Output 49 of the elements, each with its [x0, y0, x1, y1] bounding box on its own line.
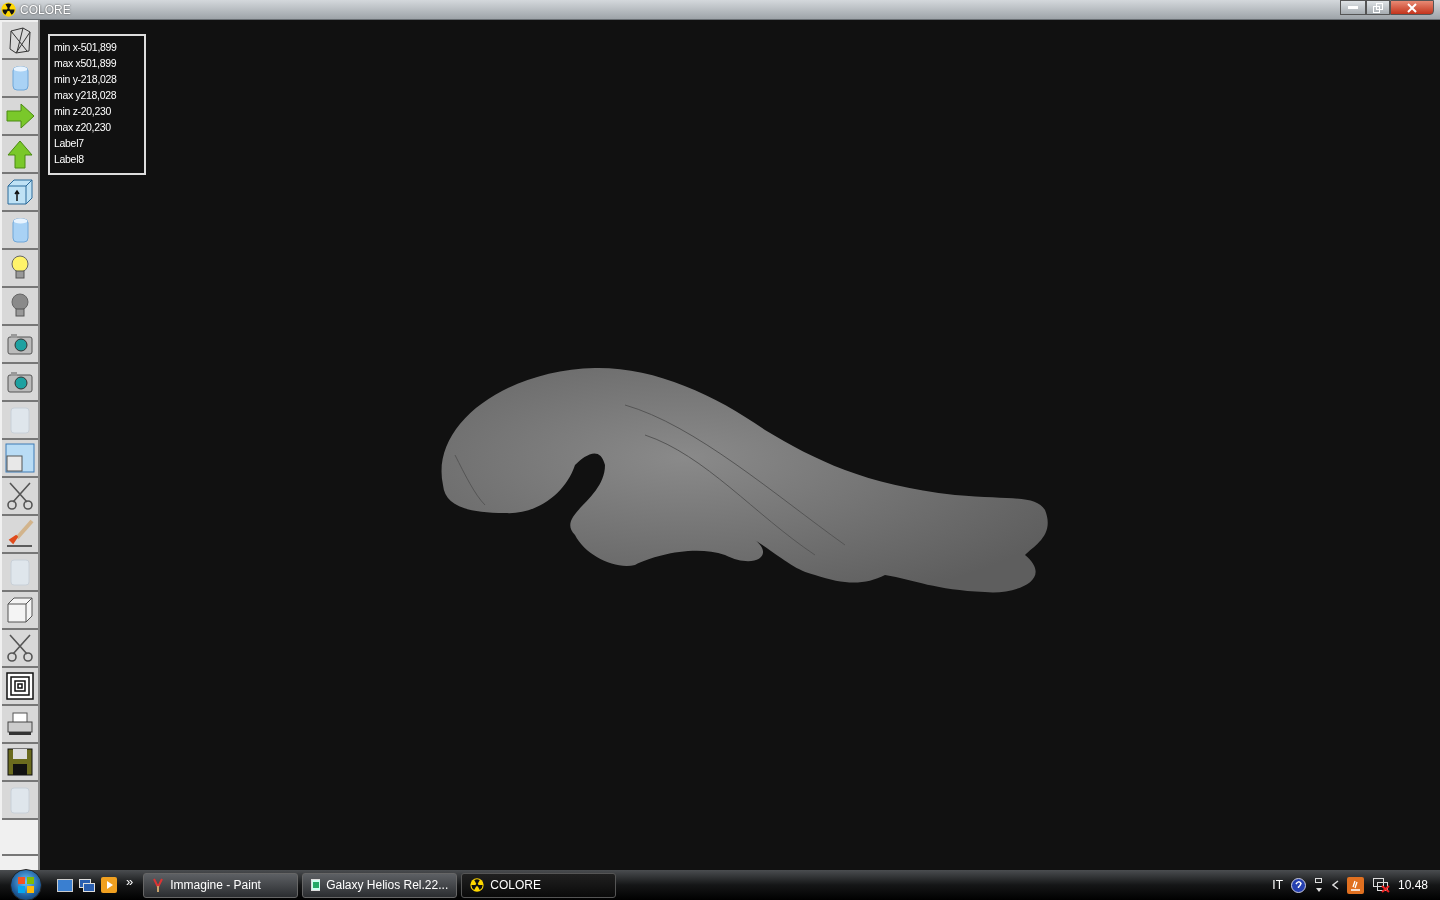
cube-arrow-icon	[5, 177, 35, 207]
scissors-icon	[5, 633, 35, 663]
windows-logo-icon	[17, 876, 35, 894]
taskbar-task[interactable]: Galaxy Helios Rel.22...	[302, 872, 458, 898]
language-indicator[interactable]: IT	[1272, 878, 1283, 892]
play-icon	[101, 877, 117, 893]
info-label: Label7	[54, 136, 85, 151]
info-label: max x501,899	[54, 56, 118, 71]
info-label: Label8	[54, 152, 85, 167]
help-icon[interactable]	[1290, 877, 1306, 893]
app-icon	[311, 879, 321, 891]
desktop-icon	[57, 878, 73, 892]
tool-button[interactable]	[2, 668, 38, 706]
arrow-right-icon	[5, 101, 35, 131]
tool-button[interactable]	[2, 744, 38, 782]
info-label: min y-218,028	[54, 72, 118, 87]
taskbar-task[interactable]: Immagine - Paint	[143, 872, 299, 898]
restore-icon	[1373, 2, 1383, 13]
scissors-icon	[5, 481, 35, 511]
radiation-icon	[470, 878, 485, 892]
clock[interactable]: 10.48	[1397, 878, 1428, 892]
concentric-squares-icon	[5, 671, 35, 701]
network-disconnected-icon[interactable]	[1371, 877, 1390, 893]
tool-button[interactable]	[2, 706, 38, 744]
overflow-button[interactable]: »	[122, 873, 140, 897]
radiation-icon	[1, 2, 16, 17]
windows-stack-icon	[79, 878, 95, 892]
info-label: max y218,028	[54, 88, 118, 103]
taskbar-task[interactable]: COLORE	[461, 872, 617, 898]
windows-switch-icon[interactable]	[1313, 877, 1324, 893]
window-title: COLORE	[20, 2, 72, 17]
window-icon	[5, 443, 35, 473]
tool-button[interactable]	[2, 22, 38, 60]
minimize-icon	[1348, 6, 1358, 9]
arrow-up-icon	[5, 139, 35, 169]
switch-windows-button[interactable]	[78, 876, 96, 894]
close-button[interactable]	[1390, 0, 1434, 15]
chevron-left-icon[interactable]	[1331, 880, 1339, 890]
info-label: max z20,230	[54, 120, 112, 135]
cube-icon	[5, 595, 35, 625]
start-button[interactable]	[10, 869, 42, 900]
restore-button[interactable]	[1366, 0, 1390, 15]
show-desktop-button[interactable]	[56, 876, 74, 894]
media-player-button[interactable]	[100, 876, 118, 894]
info-label: min z-20,230	[54, 104, 113, 119]
close-icon	[1407, 2, 1417, 13]
info-label: min x-501,899	[54, 40, 118, 55]
paintbrush-icon	[5, 519, 35, 549]
minimize-button[interactable]	[1340, 0, 1366, 15]
